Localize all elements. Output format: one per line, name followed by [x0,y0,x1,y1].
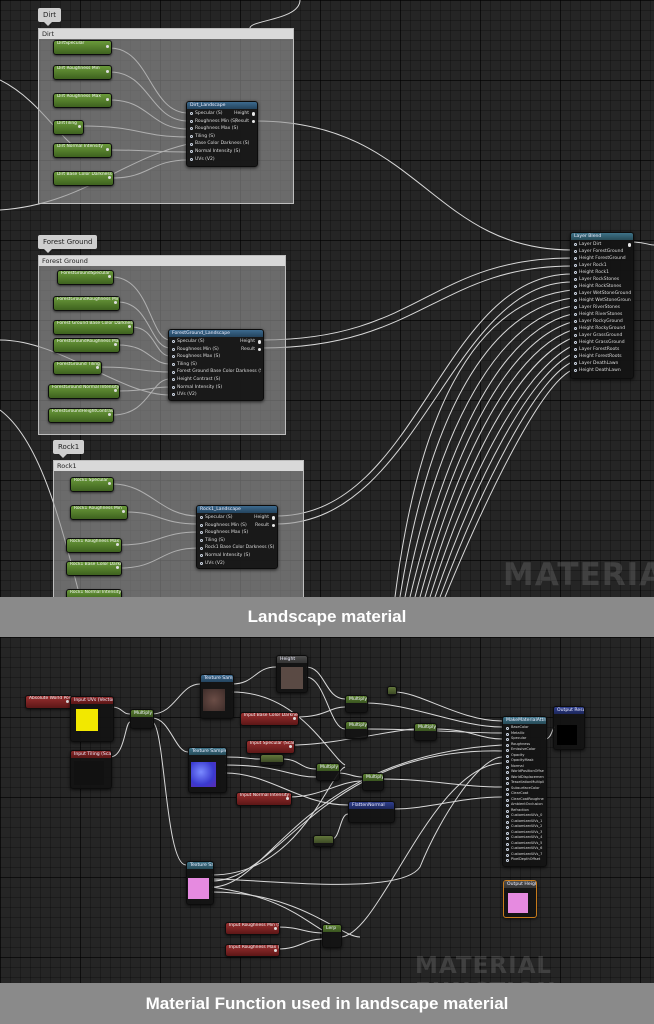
blend-pin[interactable]: Height WetStoneGround [573,297,631,304]
node-input-roughness-max[interactable]: Input Roughness Max (Scalar) [225,944,280,957]
preview-output-height [508,893,528,913]
param-dirt-tiling[interactable]: DirtTiling [53,120,84,135]
node-height[interactable]: Height [276,655,308,693]
blend-pin[interactable]: Layer RockStones [573,276,631,283]
node-multiply-2[interactable]: Multiply [345,695,368,713]
watermark-material: MATERIAL [503,557,654,593]
node-input-uvs[interactable]: Input UVs (Vector2) [70,696,114,742]
preview-black [74,761,104,785]
blend-pin[interactable]: Height ForestRoots [573,353,631,360]
param-dirt-specular[interactable]: DirtSpecular [53,40,112,55]
param-forest-normal-intensity[interactable]: ForestGround Normal Intensity [48,384,120,399]
param-rock1-specular[interactable]: Rock1 Specular [70,477,114,492]
comment-header-rock1: Rock1 [54,461,303,471]
preview-height [281,667,303,689]
landscape-material-graph[interactable]: Dirt Dirt DirtSpecular Dirt Roughness Mi… [0,0,654,597]
blend-pin[interactable]: Layer ForestGround [573,248,631,255]
param-dirt-roughness-min[interactable]: Dirt Roughness Min [53,65,112,80]
node-input-specular[interactable]: Input Specular (Scalar) [246,740,295,754]
blend-pin[interactable]: Height RiverStones [573,311,631,318]
node-input-tiling[interactable]: Input Tiling (Scalar) [70,750,112,789]
param-forest-base-color-darkness[interactable]: Forest Ground Base Color Darkness [53,320,134,335]
caption-material-function: Material Function used in landscape mate… [0,983,654,1024]
node-dirt-landscape[interactable]: Dirt_Landscape Specular (S) Roughness Mi… [186,101,258,167]
caption-landscape-material: Landscape material [0,597,654,637]
node-output-height[interactable]: Output Height [503,880,537,918]
param-forest-specular[interactable]: ForestGroundSpecular [57,270,114,285]
node-rock1-landscape[interactable]: Rock1_Landscape Specular (S) Roughness M… [196,505,278,569]
blend-pin[interactable]: Height RockStones [573,283,631,290]
node-multiply-5[interactable]: Multiply [316,763,340,781]
blend-pin[interactable]: Height ForestGround [573,255,631,262]
node-make-material-attributes[interactable]: MakeMaterialAttributes BaseColorMetallic… [502,716,547,867]
preview-normal-texture [191,762,216,787]
node-scalar-param[interactable] [260,754,284,766]
node-layer-blend[interactable]: Layer Blend Layer Dirt Layer ForestGround… [570,232,634,379]
node-texture-sample-2[interactable]: Texture Sample [188,747,227,793]
blend-pin[interactable]: Layer ForestRoots [573,346,631,353]
material-function-graph[interactable]: Absolute World Position Input UVs (Vecto… [0,637,654,983]
preview-dirt-texture [203,689,225,711]
node-input-base-color-darkness[interactable]: Input Base Color Darkness (Scalar) [240,712,299,726]
blend-pin[interactable]: Layer RiverStones [573,304,631,311]
comment-bubble-rock1[interactable]: Rock1 [53,440,85,458]
node-multiply-4[interactable]: Multiply [414,723,437,741]
comment-header-dirt: Dirt [39,29,293,39]
blend-pin[interactable]: Height Rock1 [573,269,631,276]
node-constant[interactable] [387,686,397,696]
blend-pin[interactable]: Layer WetStoneGround [573,290,631,297]
comment-header-forest-ground: Forest Ground [39,256,285,266]
preview-yellow [76,709,98,731]
node-flatten-normal[interactable]: FlattenNormal [348,801,395,823]
preview-output-result [557,725,577,745]
blend-pin[interactable]: Height GrassGround [573,339,631,346]
node-input-normal-intensity[interactable]: Input Normal Intensity (Scalar) [236,792,292,806]
param-rock1-normal-intensity[interactable]: Rock1 Normal Intensity [66,589,122,597]
param-rock1-roughness-min[interactable]: Rock1 Roughness Min [70,505,128,520]
blend-pin[interactable]: Layer Rock1 [573,262,631,269]
node-output-result[interactable]: Output Result [553,706,585,750]
comment-bubble-dirt[interactable]: Dirt [38,8,61,26]
attribute-pin[interactable]: PixelDepthOffset [505,857,544,863]
blend-pin[interactable]: Layer DeathLawn [573,360,631,367]
param-forest-roughness-max[interactable]: ForestGroundRoughness Max [53,338,120,353]
param-forest-tiling[interactable]: ForestGround Tiling [53,361,102,375]
node-lerp[interactable]: Lerp [322,924,342,948]
param-forest-height-contrast[interactable]: ForestGroundHeightContrast [48,408,114,423]
node-multiply-6[interactable]: Multiply [362,773,384,791]
node-texture-sample-3[interactable]: Texture Sample [186,861,214,905]
preview-pink-texture [188,878,209,899]
watermark-material-function: MATERIAL FUNCTION [415,953,556,983]
blend-pin[interactable]: Layer GrassGround [573,332,631,339]
node-forestground-landscape[interactable]: ForestGround_Landscape Specular (S) Roug… [168,329,264,401]
comment-bubble-forest-ground[interactable]: Forest Ground [38,235,98,253]
blend-pin[interactable]: Height DeathLawn [573,367,631,374]
param-forest-roughness-min[interactable]: ForestGroundRoughness Min [53,296,120,311]
param-dirt-normal-intensity[interactable]: Dirt Normal Intensity [53,143,112,158]
node-texture-sample-1[interactable]: Texture Sample [200,674,234,719]
param-dirt-base-color-darkness[interactable]: Dirt Base Color Darkness [53,171,114,186]
param-rock1-roughness-max[interactable]: Rock1 Roughness Max [66,538,122,553]
node-constant-2[interactable] [313,835,334,847]
node-multiply-3[interactable]: Multiply [345,721,368,739]
node-multiply[interactable]: Multiply [130,709,154,729]
param-dirt-roughness-max[interactable]: Dirt Roughness Max [53,93,112,108]
node-input-roughness-min[interactable]: Input Roughness Min (Scalar) [225,922,280,935]
param-rock1-base-color-darkness[interactable]: Rock1 Base Color Darkness [66,561,122,576]
blend-pin[interactable]: Height RockyGround [573,325,631,332]
node-absolute-world-position[interactable]: Absolute World Position [25,695,72,709]
blend-pin[interactable]: Layer Dirt [573,241,631,248]
blend-pin[interactable]: Layer RockyGround [573,318,631,325]
